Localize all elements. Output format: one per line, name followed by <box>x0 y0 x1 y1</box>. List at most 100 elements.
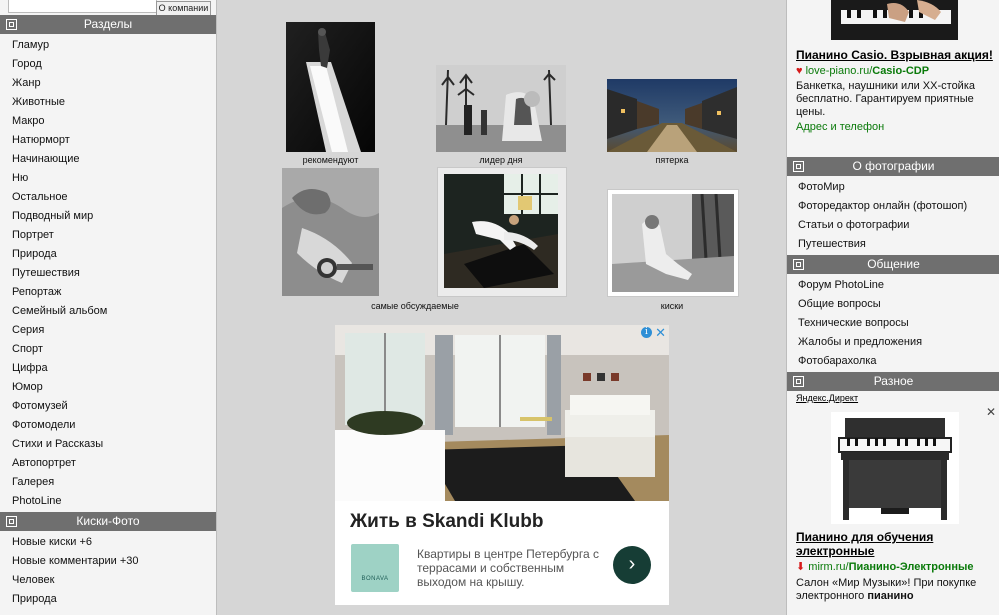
ad-close-icon[interactable]: ✕ <box>655 325 666 341</box>
kiski-item[interactable]: Новые киски +6 <box>0 533 216 552</box>
ad-body: Салон «Мир Музыки»! При покупке электрон… <box>796 577 994 603</box>
heart-icon: ♥ <box>796 65 803 77</box>
section-item[interactable]: Гламур <box>0 36 216 55</box>
piano-hands-image[interactable] <box>831 0 958 40</box>
sections-list: Гламур Город Жанр Животные Макро Натюрмо… <box>0 34 216 511</box>
menu-item[interactable]: Жалобы и предложения <box>787 333 999 352</box>
menu-item[interactable]: Фоторедактор онлайн (фотошоп) <box>787 197 999 216</box>
caption[interactable]: лидер дня <box>436 155 566 165</box>
ad-body: Банкетка, наушники или XX-стойка бесплат… <box>796 80 975 118</box>
section-icon <box>6 19 17 30</box>
about-photo-title: О фотографии <box>852 159 935 173</box>
social-header: Общение <box>787 255 999 274</box>
section-icon <box>6 516 17 527</box>
section-item[interactable]: Жанр <box>0 74 216 93</box>
section-item[interactable]: Серия <box>0 321 216 340</box>
kiski-header: Киски-Фото <box>0 512 216 531</box>
caption[interactable]: самые обсуждаемые <box>350 301 480 311</box>
address-link[interactable]: Адрес и телефон <box>796 121 994 133</box>
caption[interactable]: киски <box>607 301 737 311</box>
sections-header: Разделы <box>0 15 216 34</box>
section-item[interactable]: Репортаж <box>0 283 216 302</box>
menu-item[interactable]: Общие вопросы <box>787 295 999 314</box>
section-icon <box>793 259 804 270</box>
sections-title: Разделы <box>83 17 133 31</box>
section-item[interactable]: Макро <box>0 112 216 131</box>
section-item[interactable]: Цифра <box>0 359 216 378</box>
about-bar: О компании <box>0 0 216 16</box>
kiski-list: Новые киски +6 Новые комментарии +30 Чел… <box>0 531 216 609</box>
section-item[interactable]: Галерея <box>0 473 216 492</box>
menu-item[interactable]: Технические вопросы <box>787 314 999 333</box>
section-item[interactable]: Стихи и Рассказы <box>0 435 216 454</box>
photo-kiski[interactable] <box>612 194 734 292</box>
photo-recommended[interactable] <box>286 22 375 152</box>
menu-item[interactable]: Форум PhotoLine <box>787 276 999 295</box>
section-item[interactable]: PhotoLine <box>0 492 216 511</box>
social-title: Общение <box>867 257 920 271</box>
piano-image[interactable] <box>831 412 959 524</box>
caption[interactable]: рекомендуют <box>286 155 375 165</box>
close-icon[interactable]: ✕ <box>986 405 996 419</box>
ad-body-bold: пианино <box>867 590 914 602</box>
kiski-item[interactable]: Новые комментарии +30 <box>0 552 216 571</box>
photo-top-five[interactable] <box>607 79 737 152</box>
misc-header: Разное <box>787 372 999 391</box>
section-item[interactable]: Натюрморт <box>0 131 216 150</box>
kiski-item[interactable]: Человек <box>0 571 216 590</box>
ad-url[interactable]: ♥ love-piano.ru/Casio-CDP <box>796 64 994 78</box>
ad-url[interactable]: ⬇ mirm.ru/Пианино-Электронные <box>796 560 994 574</box>
bonava-logo <box>351 544 399 592</box>
photo-most-discussed-1[interactable] <box>282 168 379 296</box>
social-list: Форум PhotoLine Общие вопросы Технически… <box>787 274 999 371</box>
menu-item[interactable]: Статьи о фотографии <box>787 216 999 235</box>
section-item[interactable]: Город <box>0 55 216 74</box>
kiski-item[interactable]: Природа <box>0 590 216 609</box>
ad-image[interactable] <box>335 325 669 501</box>
menu-item[interactable]: Путешествия <box>787 235 999 254</box>
section-icon <box>793 161 804 172</box>
ad-description: Квартиры в центре Петербурга с террасами… <box>417 547 599 589</box>
search-input[interactable] <box>8 0 157 13</box>
yandex-direct-label[interactable]: Яндекс.Директ <box>796 393 858 403</box>
section-item[interactable]: Ню <box>0 169 216 188</box>
ad-url-bold: Casio-CDP <box>872 65 930 77</box>
ad-title[interactable]: Жить в Skandi Klubb <box>350 511 543 533</box>
caption[interactable]: пятерка <box>607 155 737 165</box>
piano-ad: Пианино Casio. Взрывная акция! ♥ love-pi… <box>796 48 994 133</box>
right-sidebar: Пианино Casio. Взрывная акция! ♥ love-pi… <box>786 0 999 615</box>
logo-text: BONAVA <box>361 576 389 582</box>
section-item[interactable]: Фотомодели <box>0 416 216 435</box>
kiski-title: Киски-Фото <box>76 514 140 528</box>
ad-info-icon[interactable]: i <box>641 327 652 338</box>
section-item[interactable]: Спорт <box>0 340 216 359</box>
about-photo-list: ФотоМир Фоторедактор онлайн (фотошоп) Ст… <box>787 176 999 254</box>
about-company-button[interactable]: О компании <box>156 1 211 16</box>
ad-title[interactable]: Пианино для обучения электронные <box>796 530 994 558</box>
photo-leader-of-day[interactable] <box>436 65 566 152</box>
photo-most-discussed-2[interactable] <box>444 174 558 288</box>
ad-url-prefix: love-piano.ru/ <box>805 65 873 77</box>
section-item[interactable]: Фотомузей <box>0 397 216 416</box>
section-item[interactable]: Юмор <box>0 378 216 397</box>
section-item[interactable]: Животные <box>0 93 216 112</box>
section-item[interactable]: Подводный мир <box>0 207 216 226</box>
chevron-right-icon[interactable]: › <box>613 546 651 584</box>
section-item[interactable]: Путешествия <box>0 264 216 283</box>
section-item[interactable]: Портрет <box>0 226 216 245</box>
section-icon <box>793 376 804 387</box>
menu-item[interactable]: ФотоМир <box>787 178 999 197</box>
left-sidebar: О компании Разделы Гламур Город Жанр Жив… <box>0 0 217 615</box>
section-item[interactable]: Семейный альбом <box>0 302 216 321</box>
section-item[interactable]: Остальное <box>0 188 216 207</box>
section-item[interactable]: Автопортрет <box>0 454 216 473</box>
misc-title: Разное <box>873 374 914 388</box>
ad-url-prefix: mirm.ru/ <box>808 561 849 573</box>
section-item[interactable]: Начинающие <box>0 150 216 169</box>
section-item[interactable]: Природа <box>0 245 216 264</box>
ad-title[interactable]: Пианино Casio. Взрывная акция! <box>796 48 994 62</box>
center-ad[interactable]: i ✕ Жить в Skandi Klubb BONAVA Квартиры … <box>335 325 669 605</box>
piano-ad-2: Пианино для обучения электронные ⬇ mirm.… <box>796 530 994 603</box>
pin-icon: ⬇ <box>796 561 806 573</box>
menu-item[interactable]: Фотобарахолка <box>787 352 999 371</box>
